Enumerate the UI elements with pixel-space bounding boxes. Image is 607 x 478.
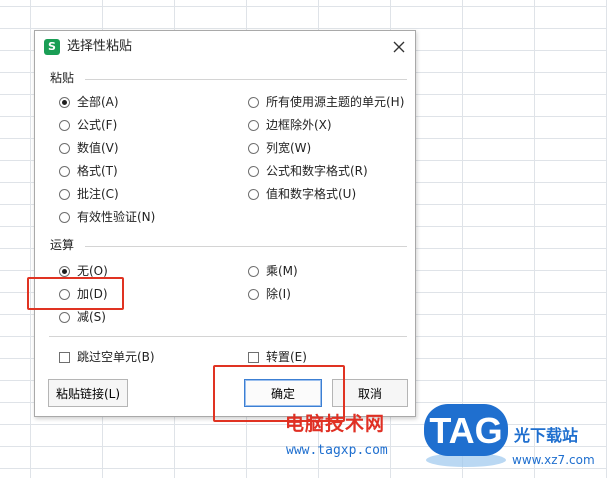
paste-option-formats[interactable]: 格式(T)	[59, 162, 118, 180]
paste-option-formulas-number-formats-label: 公式和数字格式(R)	[266, 164, 368, 178]
paste-section-label: 粘贴	[50, 71, 75, 85]
radio-multiply[interactable]	[248, 265, 259, 277]
radio-formulas[interactable]	[59, 119, 70, 131]
skip-blanks-option[interactable]: 跳过空单元(B)	[59, 348, 155, 366]
transpose-label: 转置(E)	[266, 350, 307, 364]
watermark-brand: 光下载站	[514, 426, 579, 445]
radio-values-number-formats[interactable]	[248, 188, 259, 200]
radio-divide[interactable]	[248, 288, 259, 300]
paste-option-column-widths[interactable]: 列宽(W)	[248, 139, 311, 157]
radio-values[interactable]	[59, 142, 70, 154]
operation-option-subtract[interactable]: 减(S)	[59, 308, 106, 326]
highlight-add-option	[27, 277, 124, 310]
radio-subtract[interactable]	[59, 311, 70, 323]
skip-blanks-checkbox[interactable]	[59, 351, 70, 363]
skip-blanks-label: 跳过空单元(B)	[77, 350, 155, 364]
operation-option-multiply[interactable]: 乘(M)	[248, 262, 298, 280]
dialog-title: 选择性粘贴	[67, 39, 133, 54]
checkbox-divider	[49, 336, 407, 337]
tag-logo: TAG	[418, 398, 514, 470]
paste-section-divider	[85, 79, 407, 80]
operation-section-label: 运算	[50, 238, 75, 252]
paste-option-formulas[interactable]: 公式(F)	[59, 116, 117, 134]
radio-none[interactable]	[59, 265, 70, 277]
paste-option-formulas-number-formats[interactable]: 公式和数字格式(R)	[248, 162, 368, 180]
operation-option-divide[interactable]: 除(I)	[248, 285, 291, 303]
radio-validation[interactable]	[59, 211, 70, 223]
watermark-url: www.tagxp.com	[286, 443, 388, 458]
paste-option-validation-label: 有效性验证(N)	[77, 210, 156, 224]
tag-logo-icon: TAG	[424, 404, 508, 467]
paste-option-source-theme[interactable]: 所有使用源主题的单元(H)	[248, 93, 404, 111]
paste-option-values[interactable]: 数值(V)	[59, 139, 119, 157]
close-button[interactable]	[389, 37, 409, 57]
operation-option-divide-label: 除(I)	[266, 287, 291, 301]
radio-column-widths[interactable]	[248, 142, 259, 154]
paste-option-column-widths-label: 列宽(W)	[266, 141, 312, 155]
radio-except-borders[interactable]	[248, 119, 259, 131]
paste-option-comments-label: 批注(C)	[77, 187, 119, 201]
paste-option-values-label: 数值(V)	[77, 141, 119, 155]
radio-formats[interactable]	[59, 165, 70, 177]
operation-option-subtract-label: 减(S)	[77, 310, 106, 324]
transpose-option[interactable]: 转置(E)	[248, 348, 307, 366]
paste-special-dialog: S 选择性粘贴 粘贴 全部(A) 公式(F) 数值(V) 格式(T) 批注(C)…	[34, 30, 416, 417]
dialog-titlebar: S 选择性粘贴	[35, 31, 415, 63]
paste-option-source-theme-label: 所有使用源主题的单元(H)	[266, 95, 405, 109]
paste-option-values-number-formats[interactable]: 值和数字格式(U)	[248, 185, 356, 203]
paste-option-formats-label: 格式(T)	[77, 164, 118, 178]
radio-all[interactable]	[59, 96, 70, 108]
operation-option-multiply-label: 乘(M)	[266, 264, 298, 278]
operation-section-divider	[85, 246, 407, 247]
watermark-text: 电脑技术网	[285, 413, 386, 435]
tag-logo-text: TAG	[429, 410, 502, 451]
paste-option-all[interactable]: 全部(A)	[59, 93, 119, 111]
paste-option-all-label: 全部(A)	[77, 95, 119, 109]
paste-link-button[interactable]: 粘贴链接(L)	[48, 379, 128, 407]
paste-option-validation[interactable]: 有效性验证(N)	[59, 208, 155, 226]
operation-option-none-label: 无(O)	[77, 264, 108, 278]
radio-comments[interactable]	[59, 188, 70, 200]
paste-option-comments[interactable]: 批注(C)	[59, 185, 119, 203]
close-icon	[393, 41, 405, 53]
wps-app-icon: S	[44, 39, 60, 55]
paste-option-except-borders[interactable]: 边框除外(X)	[248, 116, 332, 134]
transpose-checkbox[interactable]	[248, 351, 259, 363]
watermark-brand-url: www.xz7.com	[512, 453, 595, 467]
radio-source-theme[interactable]	[248, 96, 259, 108]
paste-option-values-number-formats-label: 值和数字格式(U)	[266, 187, 357, 201]
paste-option-except-borders-label: 边框除外(X)	[266, 118, 332, 132]
radio-formulas-number-formats[interactable]	[248, 165, 259, 177]
paste-option-formulas-label: 公式(F)	[77, 118, 118, 132]
